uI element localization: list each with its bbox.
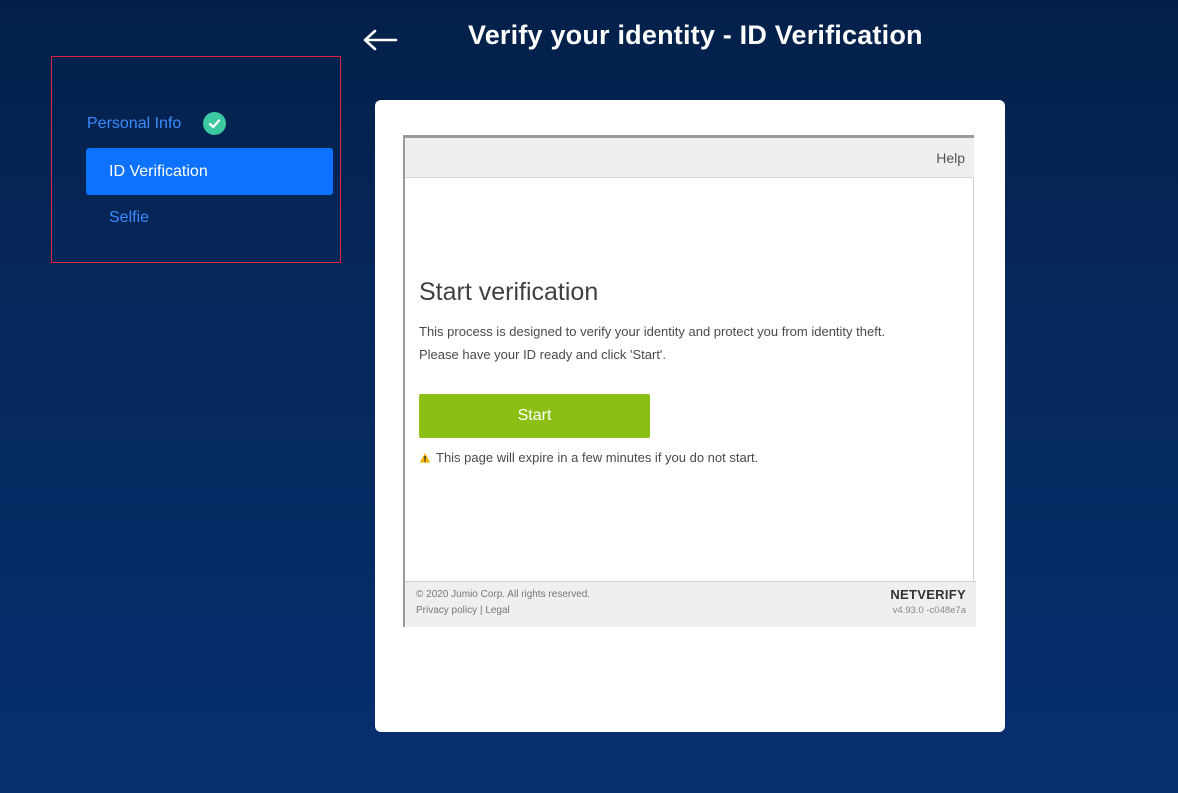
page-title: Verify your identity - ID Verification [468, 20, 923, 50]
step-personal-info[interactable]: Personal Info [87, 112, 227, 135]
verification-card: Help Start verification This process is … [375, 100, 1005, 732]
netverify-brand: NETVERIFY [890, 587, 966, 602]
version-text: v4.93.0 -c048e7a [892, 605, 966, 616]
copyright-text: © 2020 Jumio Corp. All rights reserved. [416, 589, 591, 600]
netverify-frame: Help Start verification This process is … [403, 135, 976, 627]
check-circle-icon [203, 112, 227, 135]
expire-warning: This page will expire in a few minutes i… [419, 450, 758, 465]
back-arrow-icon[interactable] [360, 22, 402, 58]
description-line-1: This process is designed to verify your … [419, 324, 886, 339]
steps-nav: Personal Info ID Verification Selfie [51, 56, 341, 263]
warning-text: This page will expire in a few minutes i… [436, 450, 759, 465]
footer-separator: | [479, 605, 483, 616]
step-label: ID Verification [109, 163, 208, 180]
help-link[interactable]: Help [936, 150, 965, 166]
step-label: Selfie [109, 209, 150, 226]
widget-header: Help [405, 138, 974, 178]
privacy-policy-link[interactable]: Privacy policy [416, 605, 477, 616]
step-id-verification[interactable]: ID Verification [86, 148, 333, 195]
step-selfie[interactable]: Selfie [109, 209, 149, 227]
step-label: Personal Info [87, 114, 182, 132]
widget-footer: © 2020 Jumio Corp. All rights reserved. … [405, 581, 976, 627]
footer-links: Privacy policy | Legal [416, 605, 510, 616]
warning-icon [419, 452, 431, 464]
verification-heading: Start verification [419, 278, 599, 306]
description-line-2: Please have your ID ready and click 'Sta… [419, 347, 667, 362]
widget-body: Start verification This process is desig… [405, 178, 974, 581]
legal-link[interactable]: Legal [485, 605, 509, 616]
verification-description: This process is designed to verify your … [419, 320, 967, 366]
start-button[interactable]: Start [419, 394, 650, 438]
